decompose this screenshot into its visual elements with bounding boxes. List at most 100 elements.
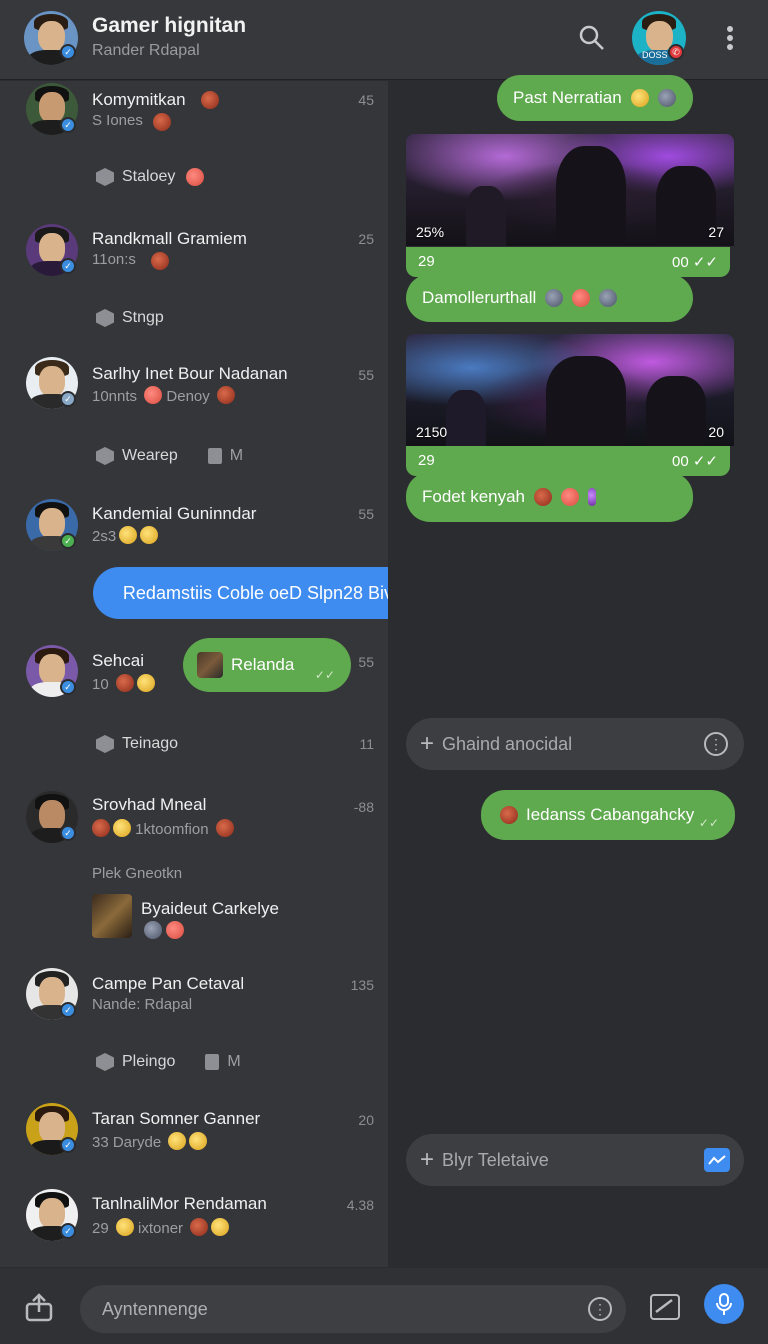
info-icon[interactable]: ⋮ xyxy=(588,1297,612,1321)
emoji-icon xyxy=(630,89,649,107)
blue-message-pill[interactable]: Redamstiis Coble oeD Slpn28 Bive xyxy=(93,567,433,619)
image-left-label: 2150 xyxy=(416,424,448,440)
info-icon[interactable]: ⋮ xyxy=(704,732,728,756)
compose-input[interactable]: Ayntennenge ⋮ xyxy=(80,1285,626,1333)
emoji-icon xyxy=(657,89,676,107)
cube-icon xyxy=(96,309,114,327)
emoji-icon xyxy=(92,819,110,837)
lock-icon xyxy=(205,1054,220,1070)
message-bubble[interactable]: Iedanss Cabangahcky ✓✓ xyxy=(481,790,735,840)
message-bubble[interactable]: Damollerurthall xyxy=(406,274,693,322)
chat-count: 25 xyxy=(358,231,374,247)
cube-icon xyxy=(96,168,114,186)
nested-chat-name[interactable]: Byaideut Carkelye xyxy=(141,899,279,919)
chat-name[interactable]: Srovhad Mneal xyxy=(92,795,206,815)
call-icon[interactable]: ✆ xyxy=(668,44,684,60)
emoji-icon xyxy=(545,289,564,307)
emoji-icon xyxy=(588,488,597,506)
emoji-icon xyxy=(561,488,580,506)
emoji-icon xyxy=(136,674,155,692)
lock-icon xyxy=(207,448,222,464)
message-input[interactable]: + Blyr Teletaive xyxy=(406,1134,744,1186)
chat-count: 4.38 xyxy=(346,1197,374,1213)
image-right-label: 27 xyxy=(708,224,724,240)
sub-channel[interactable]: Pleingo M xyxy=(96,1053,241,1071)
verified-icon: ✓ xyxy=(60,391,76,407)
emoji-icon xyxy=(572,289,591,307)
chat-count: 11 xyxy=(359,736,374,752)
sub-channel[interactable]: Teinago xyxy=(96,735,178,753)
chat-name[interactable]: Komymitkan xyxy=(92,90,186,110)
sub-channel[interactable]: Wearep M xyxy=(96,447,243,465)
chat-name[interactable]: Randkmall Gramiem xyxy=(92,229,247,249)
plus-icon[interactable]: + xyxy=(420,1146,434,1174)
chat-count: -88 xyxy=(353,799,374,815)
chat-preview: Nande: Rdapal xyxy=(92,996,193,1013)
chat-name[interactable]: Sehcai xyxy=(92,651,144,671)
cube-icon xyxy=(96,1053,114,1071)
section-label: Plek Gneotkn xyxy=(92,865,183,882)
chat-preview: 10nnts Denoy xyxy=(92,386,235,405)
emoji-icon xyxy=(144,921,162,939)
microphone-icon[interactable] xyxy=(704,1284,744,1324)
emoji-icon xyxy=(144,386,163,404)
verified-icon: ✓ xyxy=(60,44,76,60)
chat-name[interactable]: Kandemial Guninndar xyxy=(92,504,256,524)
green-message-pill[interactable]: Relanda ✓✓ xyxy=(183,638,351,692)
emoji-icon xyxy=(115,674,134,692)
verified-icon: ✓ xyxy=(60,825,76,841)
chat-title[interactable]: Gamer hignitan xyxy=(92,14,246,38)
shared-image[interactable]: 25% 27 xyxy=(406,134,734,246)
chat-subtitle: Rander Rdapal xyxy=(92,42,200,59)
chat-name[interactable]: Campe Pan Cetaval xyxy=(92,974,244,994)
chat-preview: 11on:s xyxy=(92,251,136,268)
search-icon[interactable] xyxy=(574,20,610,56)
cube-icon xyxy=(96,735,114,753)
emoji-icon xyxy=(215,819,234,837)
chat-preview: 29 ixtoner xyxy=(92,1218,230,1237)
chat-preview: 33 Daryde xyxy=(92,1132,208,1151)
chat-name[interactable]: Taran Somner Ganner xyxy=(92,1109,260,1129)
verified-icon: ✓ xyxy=(60,258,76,274)
emoji-icon xyxy=(153,113,171,131)
cube-icon xyxy=(96,447,114,465)
message-bubble[interactable]: Past Nerratian xyxy=(497,75,693,121)
emoji-icon xyxy=(186,168,205,186)
verified-icon: ✓ xyxy=(60,1002,76,1018)
emoji-icon xyxy=(140,526,159,544)
shared-image[interactable]: 2150 20 xyxy=(406,334,734,446)
emoji-icon xyxy=(166,921,184,939)
verified-icon: ✓ xyxy=(60,117,76,133)
chat-name[interactable]: Sarlhy Inet Bour Nadanan xyxy=(92,364,288,384)
emoji-icon xyxy=(151,252,169,270)
chat-preview: S Iones xyxy=(92,112,143,129)
emoji-icon xyxy=(500,806,518,824)
verified-icon: ✓ xyxy=(60,533,76,549)
bottom-bar: Ayntennenge ⋮ xyxy=(0,1268,768,1344)
message-input[interactable]: + Ghaind anocidal ⋮ xyxy=(406,718,744,770)
share-icon[interactable] xyxy=(24,1292,54,1327)
sticker-icon[interactable] xyxy=(650,1294,680,1320)
verified-icon: ✓ xyxy=(60,679,76,695)
message-bubble[interactable]: Fodet kenyah xyxy=(406,472,693,522)
more-vertical-icon[interactable] xyxy=(718,20,742,56)
sub-channel[interactable]: Staloey xyxy=(96,168,205,186)
emoji-icon xyxy=(113,819,131,837)
emoji-icon xyxy=(534,488,553,506)
chart-icon[interactable] xyxy=(704,1148,730,1172)
emoji-icon xyxy=(211,1218,230,1236)
emoji-icon xyxy=(599,289,618,307)
chat-name[interactable]: TanlnaliMor Rendaman xyxy=(92,1194,267,1214)
emoji-icon xyxy=(119,526,138,544)
emoji-icon xyxy=(216,386,235,404)
chat-count: 55 xyxy=(358,367,374,383)
sub-channel[interactable]: Stngp xyxy=(96,309,164,327)
verified-icon: ✓ xyxy=(60,1137,76,1153)
thumbnail-image[interactable] xyxy=(92,894,132,938)
plus-icon[interactable]: + xyxy=(420,730,434,758)
emoji-icon xyxy=(168,1132,187,1150)
verified-icon: ✓ xyxy=(60,1223,76,1239)
image-caption-bar: 29 00 ✓✓ xyxy=(406,247,730,277)
read-ticks-icon: ✓✓ xyxy=(314,668,335,682)
chat-count: 45 xyxy=(358,92,374,108)
